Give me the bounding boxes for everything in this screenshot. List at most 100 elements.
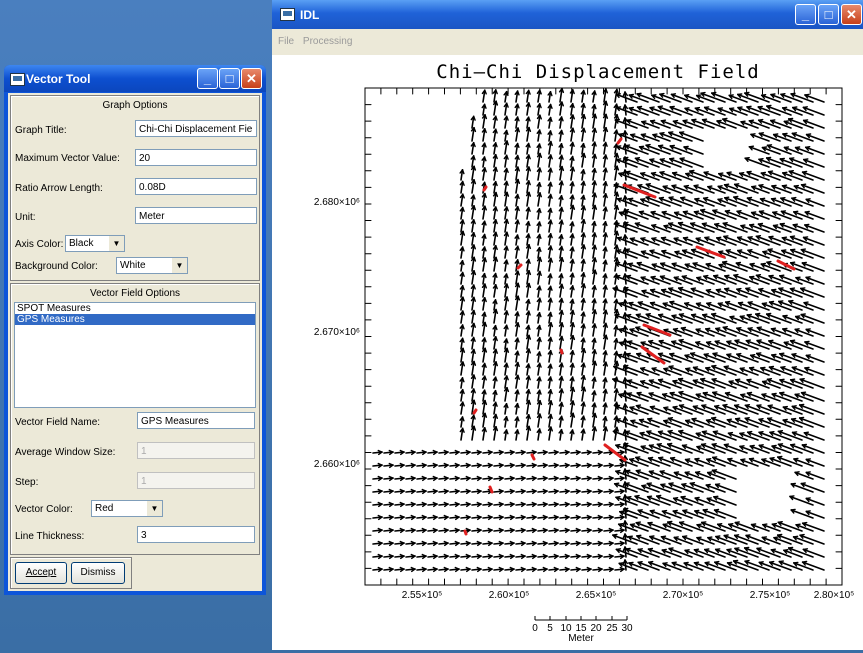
- max-vector-field[interactable]: 20: [135, 149, 257, 166]
- ratio-arrow-field[interactable]: 0.08D: [135, 178, 257, 195]
- idl-window: IDL _ □ ✕ File Processing Chi–Chi Displa…: [272, 0, 863, 650]
- vector-arrow: [626, 379, 649, 389]
- vector-arrow: [803, 301, 825, 311]
- unit-field[interactable]: Meter: [135, 207, 257, 224]
- vector-arrow: [636, 535, 660, 545]
- list-item-gps-measures[interactable]: GPS Measures: [15, 314, 255, 325]
- minimize-icon[interactable]: _: [197, 68, 218, 89]
- vector-arrow: [801, 444, 825, 454]
- vector-arrow: [767, 170, 792, 181]
- vector-arrow: [666, 443, 693, 454]
- vector-color-dropdown[interactable]: Red ▼: [91, 500, 163, 517]
- vector-arrow: [745, 287, 770, 298]
- vector-arrow: [669, 145, 693, 155]
- vector-arrow: [788, 300, 814, 311]
- vector-arrow: [766, 105, 792, 116]
- vector-arrow: [780, 197, 803, 207]
- background-color-label: Background Color:: [15, 261, 98, 272]
- vector-arrow: [755, 352, 781, 363]
- vector-arrow: [777, 443, 803, 454]
- gps-vector-arrow: [482, 185, 488, 192]
- vector-arrow: [671, 262, 693, 272]
- maximize-icon[interactable]: □: [818, 4, 839, 25]
- menu-processing[interactable]: Processing: [303, 36, 352, 47]
- vector-arrow: [679, 197, 704, 207]
- ratio-arrow-label: Ratio Arrow Length:: [15, 183, 103, 194]
- step-label: Step:: [15, 477, 39, 488]
- vector-arrow: [776, 534, 803, 545]
- list-item-spot-measures[interactable]: SPOT Measures: [15, 303, 255, 314]
- close-icon[interactable]: ✕: [241, 68, 262, 89]
- vector-field-list[interactable]: SPOT Measures GPS Measures: [14, 302, 256, 408]
- vector-arrow: [758, 444, 781, 454]
- axis-color-label: Axis Color:: [15, 239, 64, 250]
- vector-arrow: [755, 274, 781, 285]
- graph-title-field[interactable]: Chi-Chi Displacement Fie: [135, 120, 257, 137]
- idl-titlebar[interactable]: IDL _ □ ✕: [272, 0, 863, 29]
- scale-bar: 0 5 10 15 20 25 30 Meter: [532, 616, 633, 644]
- vector-arrow: [689, 170, 715, 181]
- y-tick-label: 2.660×10⁶: [314, 459, 360, 470]
- vector-arrow: [712, 391, 737, 402]
- background-color-dropdown[interactable]: White ▼: [116, 257, 188, 274]
- vector-arrow: [777, 430, 803, 441]
- x-tick-label: 2.65×10⁵: [576, 590, 617, 601]
- chevron-down-icon[interactable]: ▼: [146, 501, 162, 516]
- vector-arrow: [788, 170, 814, 181]
- x-tick-label: 2.80×10⁵: [814, 590, 855, 601]
- vector-arrow: [800, 313, 825, 324]
- vector-arrow: [757, 119, 781, 129]
- menu-file[interactable]: File: [278, 36, 294, 47]
- scale-unit: Meter: [568, 633, 594, 644]
- line-thickness-label: Line Thickness:: [15, 531, 85, 542]
- chevron-down-icon[interactable]: ▼: [171, 258, 187, 273]
- vector-arrow: [734, 378, 759, 389]
- scale-tick: 0: [532, 623, 538, 634]
- vector-arrow: [677, 287, 704, 298]
- vector-arrow: [736, 249, 759, 259]
- vector-arrow: [682, 509, 704, 519]
- vector-arrow: [746, 106, 770, 116]
- vector-arrow: [780, 366, 803, 376]
- gps-vector-arrow: [516, 263, 523, 270]
- vector-arrow: [702, 509, 726, 519]
- vector-arrow: [768, 366, 792, 376]
- vector-arrow: [779, 223, 803, 233]
- vector-arrow: [758, 184, 781, 194]
- vector-arrow: [791, 431, 814, 441]
- vector-arrow: [670, 93, 693, 103]
- vector-arrow: [765, 157, 792, 168]
- vector-arrow: [789, 235, 814, 246]
- vector-arrow: [634, 495, 660, 506]
- accept-button[interactable]: Accept: [15, 562, 67, 584]
- vector-arrow: [657, 378, 682, 389]
- vector-arrow: [714, 483, 737, 493]
- vector-arrow: [625, 548, 649, 558]
- vector-arrow: [787, 118, 814, 129]
- gps-vector-arrow: [530, 453, 536, 461]
- dismiss-button[interactable]: Dismiss: [71, 562, 125, 584]
- axis-color-value: Black: [69, 238, 94, 249]
- vector-field-name-field[interactable]: GPS Measures: [137, 412, 255, 429]
- graph-title-label: Graph Title:: [15, 125, 67, 136]
- vector-arrow: [800, 391, 825, 402]
- axis-color-dropdown[interactable]: Black ▼: [65, 235, 125, 252]
- x-tick-label: 2.60×10⁵: [489, 590, 530, 601]
- close-icon[interactable]: ✕: [841, 4, 862, 25]
- vector-arrow: [713, 561, 737, 571]
- vector-arrow: [789, 157, 814, 168]
- step-field: 1: [137, 472, 255, 489]
- vector-arrow: [668, 482, 693, 493]
- vector-arrow: [690, 313, 715, 324]
- minimize-icon[interactable]: _: [795, 4, 816, 25]
- vector-arrow: [701, 404, 726, 415]
- vector-field: [372, 87, 825, 573]
- maximize-icon[interactable]: □: [219, 68, 240, 89]
- vector-tool-titlebar[interactable]: Vector Tool _ □ ✕: [4, 65, 266, 92]
- vector-arrow: [778, 287, 803, 298]
- chevron-down-icon[interactable]: ▼: [108, 236, 124, 251]
- vector-arrow: [724, 301, 748, 311]
- vector-arrow: [649, 249, 671, 259]
- line-thickness-field[interactable]: 3: [137, 526, 255, 543]
- vector-arrow: [743, 547, 770, 558]
